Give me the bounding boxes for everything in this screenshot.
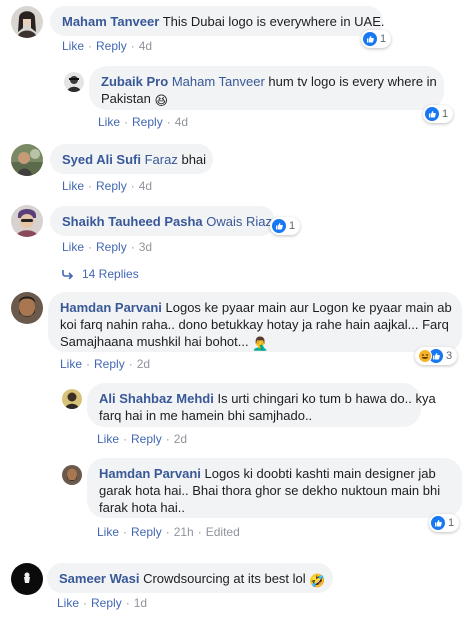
avatar[interactable] [11, 563, 43, 595]
comment-bubble: Hamdan Parvani Logos ke pyaar main aur L… [48, 292, 462, 352]
reply-link[interactable]: Reply [96, 240, 127, 254]
mention-link[interactable]: Maham Tanveer [172, 74, 265, 89]
timestamp[interactable]: 4d [139, 179, 152, 193]
comment-text: Pakistan [101, 91, 151, 106]
comment-bubble: Syed Ali Sufi Faraz bhai [50, 144, 213, 174]
comment-author[interactable]: Zubaik Pro [101, 74, 168, 89]
comment-text: Logos ki doobti kashti main designer jab [204, 466, 436, 481]
haha-reaction-icon [418, 349, 432, 363]
comment-actions: Like · Reply · 1d [57, 596, 148, 610]
like-link[interactable]: Like [62, 39, 84, 53]
comment-actions: Like · Reply · 4d [98, 115, 189, 129]
reply-link[interactable]: Reply [131, 525, 162, 539]
comment-bubble: Hamdan Parvani Logos ki doobti kashti ma… [87, 458, 462, 518]
like-link[interactable]: Like [62, 240, 84, 254]
grinning-emoji-icon: 😆 [154, 93, 169, 108]
view-replies-label[interactable]: 14 Replies [82, 267, 139, 281]
timestamp[interactable]: 1d [134, 596, 147, 610]
like-link[interactable]: Like [60, 357, 82, 371]
mention-link[interactable]: Owais Riaz [206, 214, 272, 229]
comment-author[interactable]: Hamdan Parvani [99, 466, 201, 481]
comment-text: Logos ke pyaar main aur Logon ke pyaar m… [165, 300, 452, 315]
reply-link[interactable]: Reply [94, 357, 125, 371]
like-link[interactable]: Like [98, 115, 120, 129]
avatar[interactable] [11, 144, 43, 176]
comment-actions: Like · Reply · 3d [62, 240, 153, 254]
timestamp[interactable]: 21h [174, 525, 194, 539]
comment-text: farak hota hai.. [99, 500, 185, 515]
timestamp[interactable]: 2d [174, 432, 187, 446]
mention-link[interactable]: Faraz [145, 152, 178, 167]
reply-link[interactable]: Reply [91, 596, 122, 610]
comment-author[interactable]: Shaikh Tauheed Pasha [62, 214, 203, 229]
comment-text: This Dubai logo is everywhere in UAE. [162, 14, 385, 29]
comment-author[interactable]: Maham Tanveer [62, 14, 159, 29]
reply-arrow-icon [62, 269, 74, 279]
like-link[interactable]: Like [62, 179, 84, 193]
comment-actions: Like · Reply · 4d [62, 179, 153, 193]
edited-label[interactable]: Edited [206, 525, 240, 539]
like-reaction-icon [272, 219, 286, 233]
reaction-count[interactable]: 3 [415, 347, 458, 365]
timestamp[interactable]: 4d [139, 39, 152, 53]
comment-actions: Like · Reply · 4d [62, 39, 153, 53]
like-link[interactable]: Like [57, 596, 79, 610]
avatar[interactable] [11, 205, 43, 237]
reaction-count[interactable]: 1 [429, 514, 460, 532]
comment-author[interactable]: Syed Ali Sufi [62, 152, 141, 167]
comment-author[interactable]: Sameer Wasi [59, 571, 139, 586]
like-link[interactable]: Like [97, 432, 119, 446]
avatar[interactable] [62, 389, 82, 409]
like-reaction-icon [431, 516, 445, 530]
reply-link[interactable]: Reply [96, 179, 127, 193]
comment-text: Is urti chingari ko tum b hawa do.. kya [217, 391, 436, 406]
reply-link[interactable]: Reply [131, 432, 162, 446]
like-reaction-icon [363, 32, 377, 46]
comment-bubble: Maham Tanveer This Dubai logo is everywh… [50, 6, 385, 36]
reply-link[interactable]: Reply [132, 115, 163, 129]
reaction-count[interactable]: 1 [361, 30, 392, 48]
timestamp[interactable]: 2d [137, 357, 150, 371]
comment-bubble: Sameer Wasi Crowdsourcing at its best lo… [47, 563, 333, 593]
rolling-laughing-emoji-icon: 🤣 [309, 573, 326, 588]
comment-bubble: Shaikh Tauheed Pasha Owais Riaz [50, 206, 275, 236]
comment-text: Samajhaana mushkil hai bohot... [60, 334, 249, 349]
avatar[interactable] [11, 6, 43, 38]
comment-actions: Like · Reply · 2d [60, 357, 151, 371]
timestamp[interactable]: 3d [139, 240, 152, 254]
comment-actions: Like · Reply · 21h · Edited [97, 525, 240, 539]
reaction-count[interactable]: 1 [270, 217, 301, 235]
comment-author[interactable]: Hamdan Parvani [60, 300, 162, 315]
avatar[interactable] [64, 72, 84, 92]
like-link[interactable]: Like [97, 525, 119, 539]
comment-author[interactable]: Ali Shahbaz Mehdi [99, 391, 214, 406]
comment-text: hum tv logo is every where in [268, 74, 437, 89]
comment-text: Crowdsourcing at its best lol [143, 571, 306, 586]
view-replies-link[interactable]: 14 Replies [62, 267, 139, 281]
avatar[interactable] [11, 292, 43, 324]
facepalm-emoji-icon: 🤦‍♂️ [252, 336, 269, 351]
like-reaction-icon [425, 107, 439, 121]
comment-text: koi farq nahin raha.. dono betukkay hota… [60, 317, 449, 332]
reply-link[interactable]: Reply [96, 39, 127, 53]
comment-actions: Like · Reply · 2d [97, 432, 188, 446]
comment-text: garak hota hai.. Bhai thora ghor se dekh… [99, 483, 441, 498]
avatar[interactable] [62, 465, 82, 485]
timestamp[interactable]: 4d [175, 115, 188, 129]
comment-text: farq hai in me hamein bhi samjhado.. [99, 408, 313, 423]
comment-text: bhai [181, 152, 207, 167]
comment-bubble: Ali Shahbaz Mehdi Is urti chingari ko tu… [87, 383, 436, 427]
reaction-count[interactable]: 1 [423, 105, 454, 123]
comment-bubble: Zubaik Pro Maham Tanveer hum tv logo is … [89, 66, 444, 110]
